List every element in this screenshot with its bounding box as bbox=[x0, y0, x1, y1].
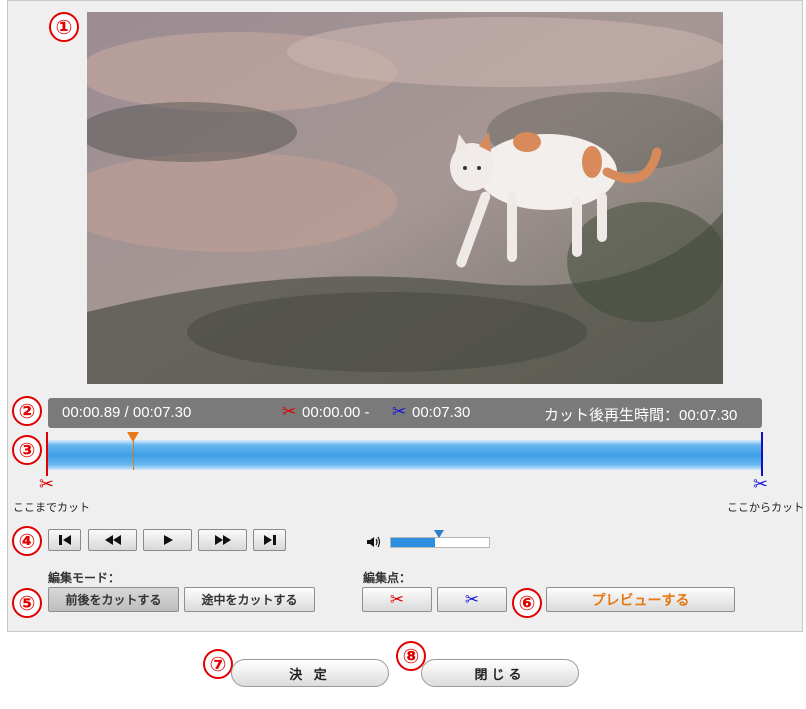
left-cut-label: ここまでカット bbox=[13, 502, 90, 514]
playhead-line bbox=[133, 441, 134, 470]
edit-points-label: 編集点： bbox=[363, 571, 412, 585]
preview-button[interactable]: プレビューする bbox=[546, 587, 735, 612]
cut-end-icon: ✂ bbox=[392, 402, 407, 421]
video-frame-image bbox=[87, 12, 723, 384]
preview-label: プレビューする bbox=[591, 591, 690, 608]
marker-5: ⑤ bbox=[12, 588, 42, 618]
play-button[interactable] bbox=[143, 529, 192, 551]
cut-before-after-button[interactable]: 前後をカットする bbox=[48, 587, 179, 612]
cut-middle-button[interactable]: 途中をカットする bbox=[184, 587, 315, 612]
play-icon bbox=[163, 535, 173, 545]
marker-4: ④ bbox=[12, 526, 42, 556]
video-preview[interactable] bbox=[87, 12, 723, 384]
volume-thumb[interactable] bbox=[434, 530, 444, 538]
cut-range-end: 00:07.30 bbox=[412, 404, 471, 421]
right-cut-line[interactable] bbox=[761, 432, 763, 476]
left-cut-line[interactable] bbox=[46, 432, 48, 476]
volume-fill bbox=[391, 538, 436, 547]
red-scissors-icon: ✂ bbox=[389, 589, 405, 610]
blue-scissors-icon: ✂ bbox=[464, 589, 480, 610]
skip-to-end-icon bbox=[263, 535, 276, 545]
fast-forward-button[interactable] bbox=[198, 529, 247, 551]
confirm-button[interactable]: 決 定 bbox=[231, 659, 389, 687]
skip-to-start-button[interactable] bbox=[48, 529, 81, 551]
time-info-bar: 00:00.89 / 00:07.30 ✂ 00:00.00 - ✂ 00:07… bbox=[48, 398, 762, 428]
marker-1: ① bbox=[49, 12, 79, 42]
post-cut-duration: カット後再生時間：00:07.30 bbox=[544, 407, 738, 424]
set-start-point-button[interactable]: ✂ bbox=[362, 587, 432, 612]
edit-mode-label: 編集モード： bbox=[48, 571, 121, 585]
close-button[interactable]: 閉じる bbox=[421, 659, 579, 687]
marker-7: ⑦ bbox=[203, 649, 233, 679]
right-cut-label: ここからカット bbox=[727, 502, 804, 514]
left-cut-scissors-icon[interactable]: ✂ bbox=[39, 476, 54, 494]
set-end-point-button[interactable]: ✂ bbox=[437, 587, 507, 612]
skip-to-end-button[interactable] bbox=[253, 529, 286, 551]
current-total-time: 00:00.89 / 00:07.30 bbox=[62, 404, 192, 421]
marker-3: ③ bbox=[12, 435, 42, 465]
cut-range-start: 00:00.00 - bbox=[302, 404, 370, 421]
volume-slider[interactable] bbox=[390, 537, 490, 548]
fast-forward-icon bbox=[214, 535, 231, 545]
volume-icon bbox=[367, 536, 381, 548]
playhead-handle[interactable] bbox=[127, 432, 139, 442]
marker-2: ② bbox=[12, 396, 42, 426]
rewind-button[interactable] bbox=[88, 529, 137, 551]
timeline-track[interactable] bbox=[47, 440, 763, 470]
marker-6: ⑥ bbox=[512, 588, 542, 618]
skip-to-start-icon bbox=[58, 535, 71, 545]
rewind-icon bbox=[104, 535, 121, 545]
right-cut-scissors-icon[interactable]: ✂ bbox=[753, 476, 768, 494]
cut-start-icon: ✂ bbox=[282, 402, 297, 421]
